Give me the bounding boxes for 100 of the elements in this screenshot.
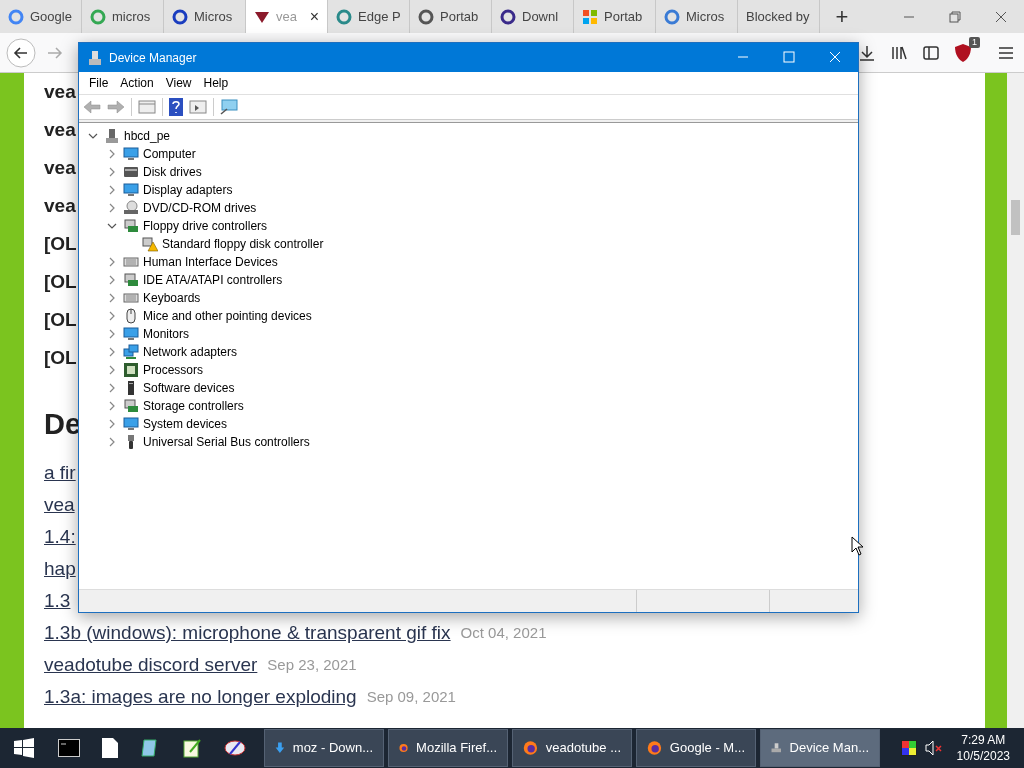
post-date: Sep 23, 2021 bbox=[267, 654, 357, 675]
taskbar-button[interactable]: Google - M... bbox=[636, 729, 756, 767]
tree-item[interactable]: Universal Serial Bus controllers bbox=[143, 433, 310, 451]
circle-icon bbox=[418, 8, 434, 25]
post-link[interactable]: veadotube discord server bbox=[44, 650, 258, 680]
section-heading: De bbox=[44, 407, 82, 443]
sidebar-icon[interactable] bbox=[922, 43, 940, 62]
windows-logo-icon bbox=[582, 8, 598, 25]
page-heading-text: vea bbox=[44, 193, 76, 218]
taskbar-button[interactable]: veadotube ... bbox=[512, 729, 632, 767]
post-date: Sep 09, 2021 bbox=[366, 686, 456, 707]
network-icon bbox=[122, 344, 139, 360]
pencil-notepad-icon[interactable] bbox=[182, 738, 202, 758]
post-link[interactable]: 1.3 bbox=[44, 586, 71, 616]
tree-item[interactable]: hbcd_pe bbox=[124, 127, 171, 145]
tab-label: Portab bbox=[604, 7, 643, 26]
tab-label: Google bbox=[30, 7, 72, 26]
post-link[interactable]: vea bbox=[44, 490, 75, 520]
notepad-icon[interactable] bbox=[140, 738, 160, 758]
forward-icon[interactable] bbox=[46, 44, 64, 61]
speaker-muted-icon[interactable] bbox=[924, 740, 943, 756]
tree-item[interactable]: Floppy drive controllers bbox=[143, 217, 268, 235]
window-title: Device Manager bbox=[109, 49, 197, 67]
taskbar-button[interactable]: Mozilla Firef... bbox=[388, 729, 508, 767]
tree-item[interactable]: Disk drives bbox=[143, 163, 202, 181]
chevron-down-icon[interactable] bbox=[106, 221, 117, 231]
task-label: Google - M... bbox=[669, 739, 745, 758]
tree-item[interactable]: Monitors bbox=[143, 325, 189, 343]
document-icon[interactable] bbox=[102, 738, 118, 758]
task-label: veadotube ... bbox=[545, 739, 621, 758]
post-link[interactable]: hap bbox=[44, 554, 76, 584]
circle-icon bbox=[90, 8, 106, 25]
tree-item[interactable]: DVD/CD-ROM drives bbox=[143, 199, 257, 217]
tree-item[interactable]: Human Interface Devices bbox=[143, 253, 278, 271]
monitor-icon bbox=[122, 416, 139, 432]
post-link[interactable]: 1.3b (windows): microphone & transparent gif fix bbox=[44, 618, 451, 648]
tree-item[interactable]: Display adapters bbox=[143, 181, 233, 199]
windows-logo-icon[interactable] bbox=[14, 738, 34, 758]
post-link[interactable]: 1.3a: images are no longer exploding bbox=[44, 682, 357, 712]
menu-item[interactable]: Action bbox=[114, 74, 160, 92]
page-heading-text: vea bbox=[44, 117, 76, 142]
circuit-board-icon bbox=[122, 398, 139, 414]
download-icon[interactable] bbox=[858, 43, 876, 62]
terminal-icon[interactable] bbox=[58, 739, 80, 757]
disc-drive-icon bbox=[122, 200, 139, 216]
monitor-icon bbox=[122, 182, 139, 198]
circle-icon bbox=[336, 8, 352, 25]
page-heading-text: [OL bbox=[44, 269, 77, 294]
back-icon[interactable] bbox=[6, 37, 36, 68]
post-link[interactable]: 1.4: bbox=[44, 522, 76, 552]
drive-icon bbox=[122, 164, 139, 180]
page-heading-text: [OL bbox=[44, 307, 77, 332]
properties-window-icon[interactable] bbox=[138, 99, 156, 115]
window-play-icon[interactable] bbox=[189, 99, 207, 115]
computer-icon bbox=[87, 49, 103, 66]
taskbar-button[interactable]: moz - Down... bbox=[264, 729, 384, 767]
tree-item[interactable]: Standard floppy disk controller bbox=[162, 235, 324, 253]
close-tab-button[interactable]: × bbox=[309, 4, 319, 29]
tree-item[interactable]: Network adapters bbox=[143, 343, 238, 361]
menu-item[interactable]: Help bbox=[197, 74, 235, 92]
monitor-icon bbox=[122, 326, 139, 342]
scrollbar[interactable] bbox=[1007, 73, 1024, 728]
keyboard-icon bbox=[122, 254, 139, 270]
tab-label: micros bbox=[112, 7, 151, 26]
post-link[interactable]: a fir bbox=[44, 458, 76, 488]
menu-icon[interactable] bbox=[998, 45, 1014, 60]
page-heading-text: [OL bbox=[44, 345, 77, 370]
tab-label: Portab bbox=[440, 7, 479, 26]
keyboard-icon bbox=[122, 290, 139, 306]
browser-tab[interactable]: vea × bbox=[246, 0, 328, 33]
board-warning-icon bbox=[141, 236, 158, 252]
post-date: Oct 04, 2021 bbox=[460, 622, 547, 643]
tree-item[interactable]: Keyboards bbox=[143, 289, 201, 307]
menu-item[interactable]: View bbox=[159, 74, 198, 92]
back-arrow-icon[interactable] bbox=[83, 99, 101, 115]
page-heading-text: vea bbox=[44, 155, 76, 180]
tree-item[interactable]: IDE ATA/ATAPI controllers bbox=[143, 271, 283, 289]
tree-item[interactable]: Mice and other pointing devices bbox=[143, 307, 312, 325]
chevron-down-icon[interactable] bbox=[87, 131, 98, 141]
clock-time: 7:29 AM bbox=[961, 732, 1006, 748]
computer-icon bbox=[103, 128, 120, 144]
shield-icon[interactable] bbox=[954, 42, 972, 63]
tree-item[interactable]: Computer bbox=[143, 145, 196, 163]
menu-item[interactable]: File bbox=[83, 74, 115, 92]
monitor-scan-icon[interactable] bbox=[220, 99, 240, 115]
tree-item[interactable]: Storage controllers bbox=[143, 397, 244, 415]
tab-label: Micros bbox=[194, 7, 233, 26]
paint-icon[interactable] bbox=[224, 738, 246, 758]
color-palette-icon[interactable] bbox=[900, 740, 917, 756]
circle-icon bbox=[664, 8, 680, 25]
help-icon[interactable] bbox=[169, 98, 183, 116]
taskbar-button[interactable]: Device Man... bbox=[760, 729, 880, 767]
tree-item[interactable]: System devices bbox=[143, 415, 228, 433]
monitor-icon bbox=[122, 146, 139, 162]
circle-icon bbox=[500, 8, 516, 25]
tree-item[interactable]: Processors bbox=[143, 361, 204, 379]
forward-arrow-icon[interactable] bbox=[107, 99, 125, 115]
circuit-board-icon bbox=[122, 218, 139, 234]
new-tab-button[interactable]: + bbox=[826, 0, 858, 33]
tree-item[interactable]: Software devices bbox=[143, 379, 235, 397]
